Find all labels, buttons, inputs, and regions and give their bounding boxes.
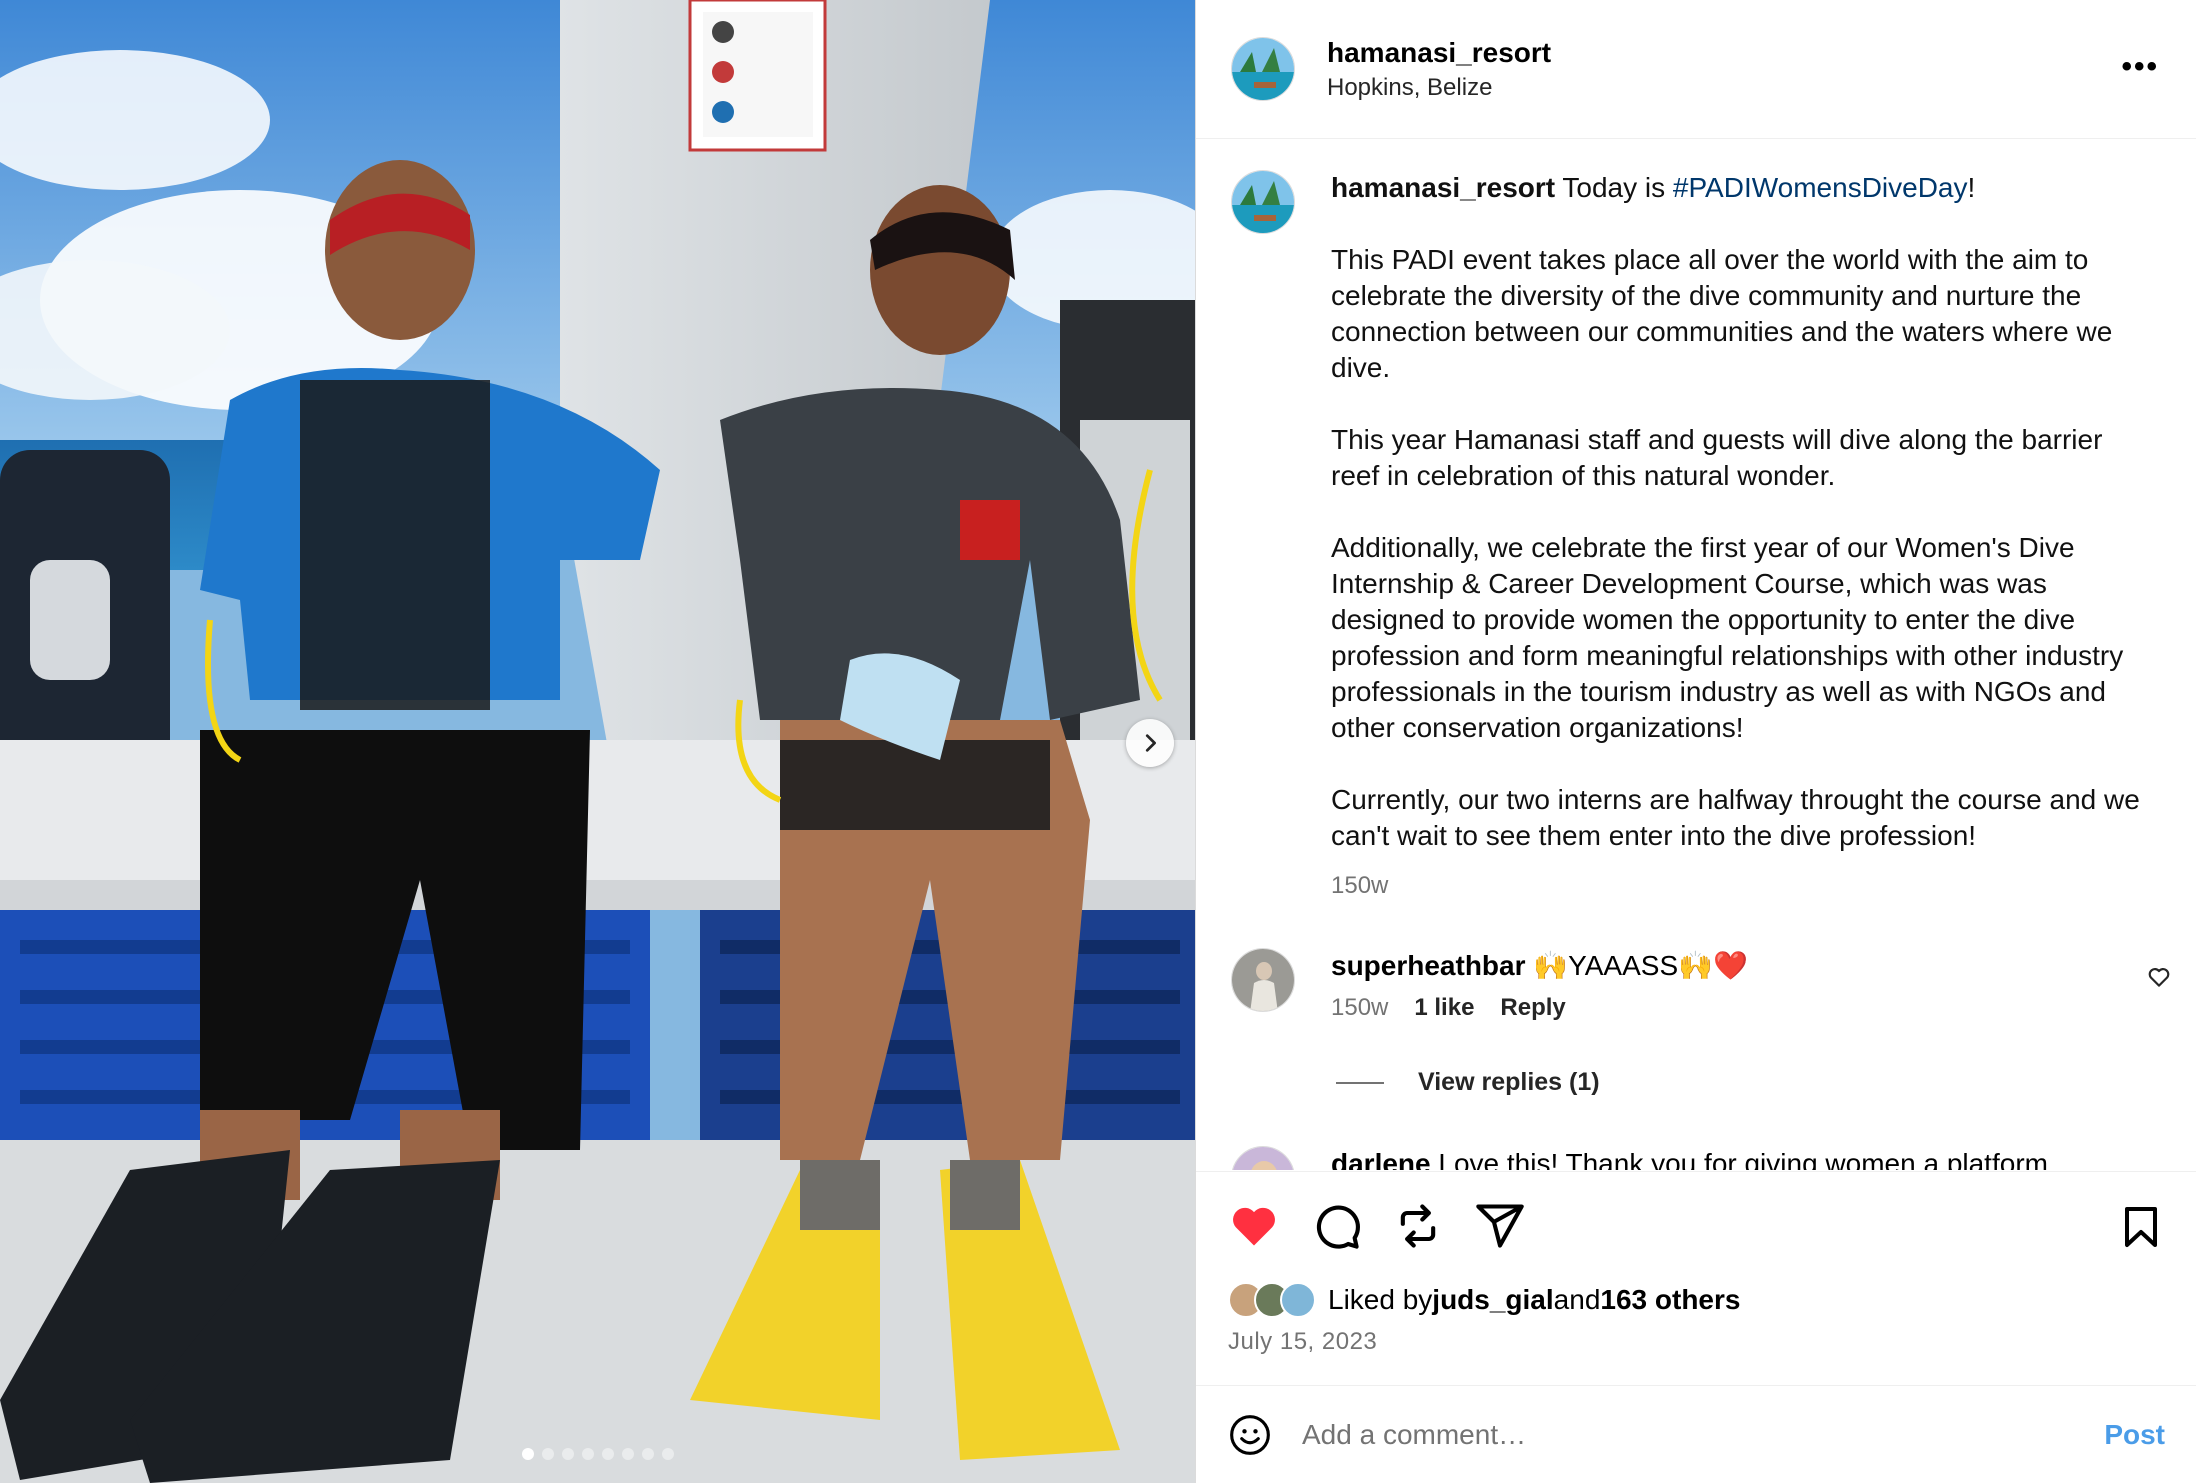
comment-text: 🙌YAAASS🙌❤️ [1525, 950, 1748, 981]
view-replies-button[interactable]: View replies (1) [1336, 1068, 1600, 1097]
user-avatar-image [1232, 949, 1294, 1011]
comments-section: hamanasi_resort Today is #PADIWomensDive… [1196, 140, 2196, 1170]
caption-paragraph-1: This PADI event takes place all over the… [1331, 244, 2113, 383]
carousel-indicator [0, 1448, 1195, 1460]
post-caption: hamanasi_resort Today is #PADIWomensDive… [1231, 170, 2171, 904]
account-avatar[interactable] [1231, 37, 1295, 101]
caption-paragraph-2: This year Hamanasi staff and guests will… [1331, 424, 2103, 491]
comment-username[interactable]: superheathbar [1331, 950, 1526, 981]
liker-avatars[interactable] [1228, 1282, 1316, 1318]
instagram-post: hamanasi_resort Hopkins, Belize ••• hama… [0, 0, 2196, 1483]
caption-paragraph-4: Currently, our two interns are halfway t… [1331, 784, 2140, 851]
post-details-panel: hamanasi_resort Hopkins, Belize ••• hama… [1195, 0, 2196, 1483]
chevron-right-icon [1145, 734, 1156, 752]
account-info: hamanasi_resort Hopkins, Belize [1327, 36, 1551, 102]
comment-body: superheathbar 🙌YAAASS🙌❤️ 150w 1 like Rep… [1331, 948, 2131, 1022]
comment-item: darlene Love this! Thank you for giving … [1231, 1146, 2176, 1170]
repost-icon[interactable] [1392, 1200, 1444, 1252]
caption-exclaim: ! [1967, 172, 1976, 203]
account-username[interactable]: hamanasi_resort [1327, 36, 1551, 70]
post-date[interactable]: July 15, 2023 [1228, 1328, 1377, 1356]
hashtag-link[interactable]: #PADIWomensDiveDay [1673, 172, 1968, 203]
comment-body: darlene Love this! Thank you for giving … [1331, 1146, 2131, 1170]
like-comment-heart-icon[interactable] [2146, 964, 2172, 990]
commenter-avatar[interactable] [1231, 1146, 1295, 1170]
carousel-next-button[interactable] [1126, 719, 1174, 767]
carousel-dot [661, 1448, 674, 1460]
liked-heart-icon[interactable] [1228, 1200, 1280, 1252]
carousel-dot [601, 1448, 614, 1460]
photo-scene [0, 0, 1195, 1483]
replies-divider [1336, 1081, 1384, 1084]
carousel-dot [521, 1448, 534, 1460]
more-options-icon[interactable]: ••• [2121, 50, 2159, 84]
carousel-dot [561, 1448, 574, 1460]
comment-input[interactable] [1302, 1419, 2062, 1451]
carousel-dot [541, 1448, 554, 1460]
caption-paragraph-3: Additionally, we celebrate the first yea… [1331, 532, 2124, 743]
comment-actions: 150w 1 like Reply [1331, 994, 2131, 1022]
carousel-dot [581, 1448, 594, 1460]
liked-by-user[interactable]: juds_gial [1432, 1284, 1553, 1316]
comment-timestamp[interactable]: 150w [1331, 994, 1388, 1022]
liked-by-mid: and [1553, 1284, 1601, 1315]
caption-body: hamanasi_resort Today is #PADIWomensDive… [1331, 170, 2141, 904]
add-comment-bar: Post [1196, 1385, 2196, 1484]
save-bookmark-icon[interactable] [2117, 1202, 2165, 1252]
liked-by-prefix: Liked by [1328, 1284, 1433, 1315]
post-photo[interactable] [0, 0, 1195, 1483]
comment-username[interactable]: darlene [1331, 1148, 1431, 1170]
caption-intro: Today is [1562, 172, 1673, 203]
caption-avatar[interactable] [1231, 170, 1295, 234]
post-location[interactable]: Hopkins, Belize [1327, 74, 1551, 102]
carousel-dot [641, 1448, 654, 1460]
comment-text: Love this! Thank you for giving women a … [1430, 1148, 2048, 1170]
share-send-icon[interactable] [1474, 1200, 1526, 1252]
liked-by-others[interactable]: 163 others [1600, 1284, 1740, 1316]
resort-avatar-image [1232, 38, 1294, 100]
view-replies-label: View replies (1) [1418, 1068, 1600, 1096]
carousel-dot [621, 1448, 634, 1460]
commenter-avatar[interactable] [1231, 948, 1295, 1012]
emoji-icon[interactable] [1228, 1413, 1272, 1457]
post-comment-button[interactable]: Post [2104, 1419, 2165, 1451]
caption-username[interactable]: hamanasi_resort [1331, 172, 1555, 203]
reply-button[interactable]: Reply [1500, 994, 1565, 1022]
action-bar [1228, 1200, 1526, 1252]
user-avatar-image [1232, 1147, 1294, 1170]
comment-item: superheathbar 🙌YAAASS🙌❤️ 150w 1 like Rep… [1231, 948, 2176, 1022]
post-header: hamanasi_resort Hopkins, Belize ••• [1196, 0, 2196, 139]
caption-timestamp[interactable]: 150w [1331, 868, 2141, 904]
resort-avatar-image [1232, 171, 1294, 233]
comment-likes-count[interactable]: 1 like [1414, 994, 1474, 1022]
liker-avatar [1280, 1282, 1316, 1318]
likes-summary: Liked by juds_gial and 163 others [1228, 1282, 1740, 1318]
comment-bubble-icon[interactable] [1310, 1200, 1362, 1252]
post-footer: Liked by juds_gial and 163 others July 1… [1196, 1171, 2196, 1483]
